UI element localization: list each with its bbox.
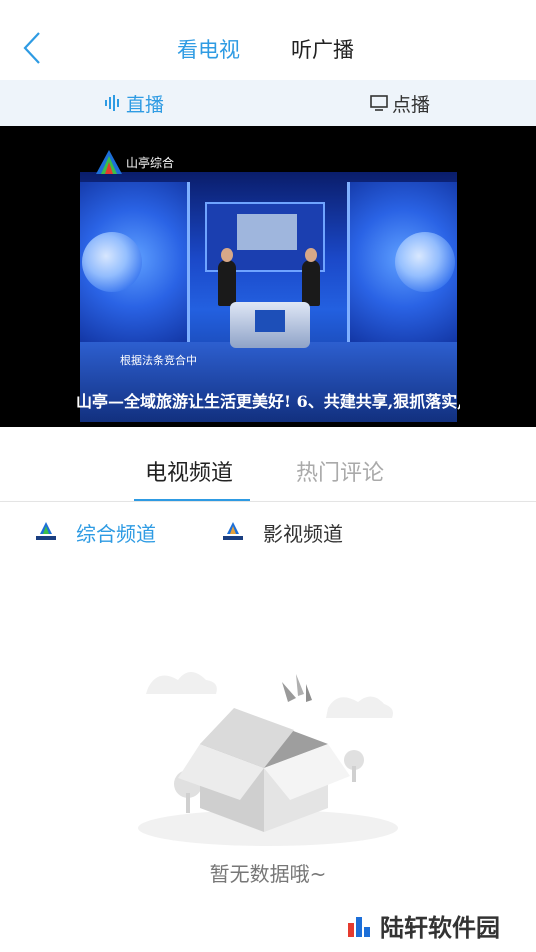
tab-hot-comments[interactable]: 热门评论 (296, 455, 384, 487)
guest-figure (302, 248, 320, 306)
tab-tv-channels[interactable]: 电视频道 (145, 455, 233, 487)
watermark-logo-icon (348, 916, 370, 937)
channel-item-movies[interactable]: 影视频道 (221, 502, 343, 562)
channel-label: 影视频道 (263, 521, 343, 546)
empty-state: 暂无数据哦~ (0, 562, 536, 952)
active-tab-indicator (134, 499, 250, 501)
subtab-vod-label: 点播 (392, 93, 431, 116)
studio-desk (230, 302, 310, 348)
studio-wall-left (80, 182, 190, 352)
globe-graphic (82, 232, 142, 292)
sound-wave-icon (105, 95, 119, 111)
video-caption: 根据法条竞合中 (120, 354, 197, 367)
channel-logo-icon (221, 521, 245, 543)
channel-item-general[interactable]: 综合频道 (34, 502, 156, 562)
tab-listen-radio[interactable]: 听广播 (291, 34, 354, 66)
top-header: 看电视 听广播 (0, 0, 536, 80)
watermark-text: 陆轩软件园 (380, 914, 500, 942)
empty-message: 暂无数据哦~ (209, 862, 327, 886)
monitor-icon (370, 95, 388, 111)
back-button[interactable] (22, 30, 54, 70)
tab-watch-tv[interactable]: 看电视 (177, 34, 240, 66)
channel-logo: 山亭综合 (94, 148, 174, 176)
live-vod-bar: 直播 点播 (0, 80, 536, 126)
video-frame (80, 172, 457, 422)
anchor-figure (218, 248, 236, 306)
empty-box-icon (138, 672, 398, 846)
channel-list: 综合频道 影视频道 (0, 502, 536, 562)
subtab-live-label: 直播 (126, 93, 165, 116)
content-tabs: 电视频道 热门评论 (0, 427, 536, 502)
subtab-vod[interactable]: 点播 (370, 80, 430, 126)
channel-label: 综合频道 (76, 521, 156, 546)
studio-wall-right (347, 182, 457, 352)
video-player[interactable]: 山亭综合 根据法条竞合中 山亭—全域旅游让生活更美好! 6、共建共享,狠抓落实,… (0, 126, 536, 427)
channel-logo-icon (34, 521, 58, 543)
desk-logo (255, 310, 285, 332)
globe-graphic (395, 232, 455, 292)
watermark: 陆轩软件园 (346, 908, 500, 943)
backscreen-inner (237, 214, 297, 250)
news-ticker: 山亭—全域旅游让生活更美好! 6、共建共享,狠抓落实,全 (76, 392, 460, 411)
chevron-left-icon (23, 32, 40, 64)
station-logo-icon (96, 150, 122, 174)
channel-logo-text: 山亭综合 (126, 155, 175, 170)
subtab-live[interactable]: 直播 (104, 80, 164, 126)
